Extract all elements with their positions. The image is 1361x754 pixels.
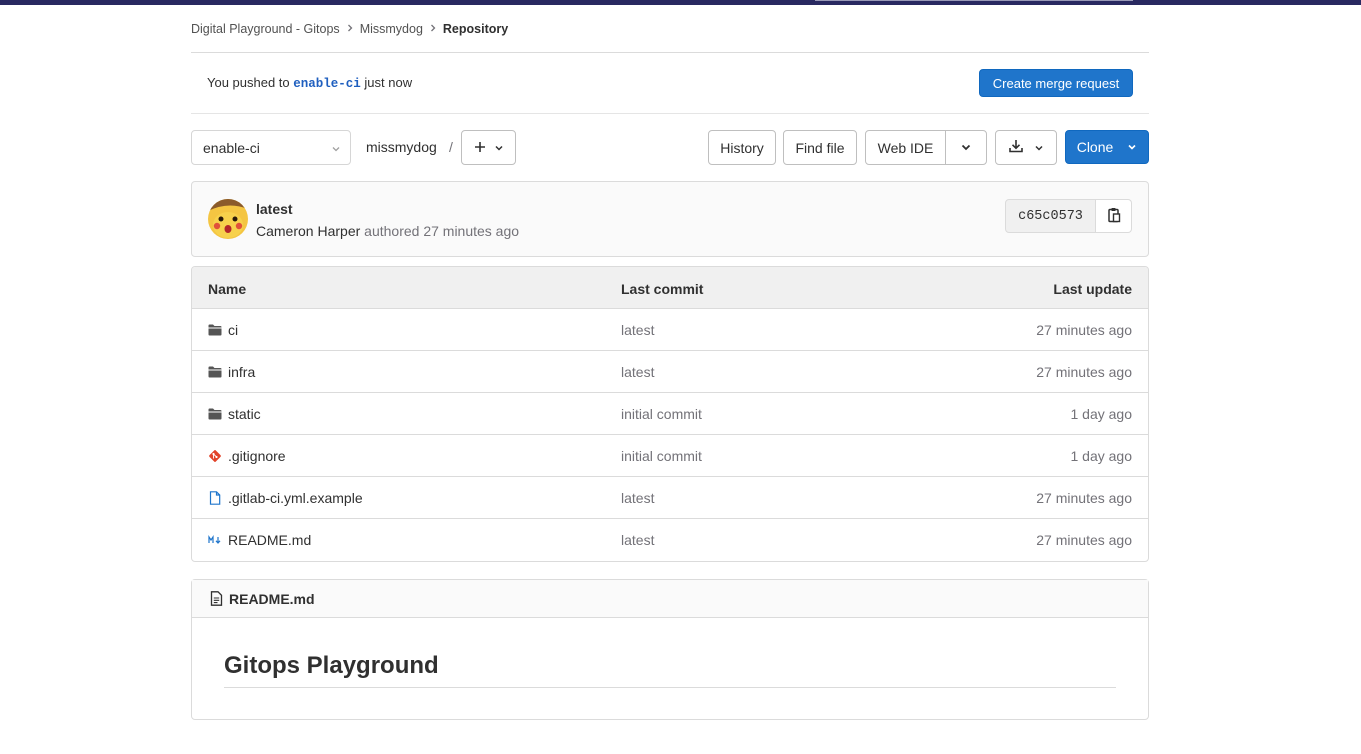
file-name: .gitignore <box>228 448 286 464</box>
branch-dropdown-value: enable-ci <box>203 139 260 156</box>
readme-header: README.md <box>192 580 1148 618</box>
document-icon <box>210 591 223 606</box>
row-commit-link[interactable]: latest <box>621 490 654 506</box>
breadcrumb-group[interactable]: Digital Playground - Gitops <box>191 22 340 36</box>
clipboard-icon <box>1107 207 1121 226</box>
file-name: .gitlab-ci.yml.example <box>228 490 363 506</box>
chevron-down-icon <box>330 142 342 158</box>
row-updated: 27 minutes ago <box>1036 532 1132 548</box>
chevron-right-icon <box>423 23 443 35</box>
divider <box>224 687 1116 688</box>
file-name: infra <box>228 364 256 380</box>
chevron-right-icon <box>340 23 360 35</box>
folder-icon <box>208 323 222 337</box>
commit-title-link[interactable]: latest <box>256 201 293 217</box>
table-row[interactable]: .gitlab-ci.yml.example latest 27 minutes… <box>192 477 1148 519</box>
commit-time: authored 27 minutes ago <box>360 223 520 239</box>
clone-label: Clone <box>1076 139 1114 155</box>
folder-icon <box>208 365 222 379</box>
push-banner: You pushed to enable-ci just now Create … <box>191 53 1149 114</box>
markdown-icon <box>208 533 222 547</box>
row-commit-link[interactable]: latest <box>621 364 654 380</box>
row-updated: 1 day ago <box>1070 406 1133 422</box>
table-header: Name Last commit Last update <box>192 267 1148 309</box>
plus-icon <box>474 140 486 156</box>
breadcrumb: Digital Playground - Gitops Missmydog Re… <box>191 21 508 37</box>
file-name-link[interactable]: ci <box>208 322 238 338</box>
avatar[interactable] <box>208 199 248 239</box>
table-row[interactable]: infra latest 27 minutes ago <box>192 351 1148 393</box>
file-name-link[interactable]: infra <box>208 364 255 380</box>
commit-meta: Cameron Harper authored 27 minutes ago <box>256 223 519 239</box>
download-dropdown[interactable] <box>995 130 1057 165</box>
copy-sha-button[interactable] <box>1096 199 1132 233</box>
find-file-button[interactable]: Find file <box>783 130 857 165</box>
file-name-link[interactable]: static <box>208 406 261 422</box>
commit-sha[interactable]: c65c0573 <box>1005 199 1096 233</box>
file-name-link[interactable]: .gitignore <box>208 448 286 464</box>
file-name: static <box>228 406 261 422</box>
path-separator: / <box>449 139 453 155</box>
chevron-down-icon <box>494 140 504 156</box>
row-commit-link[interactable]: latest <box>621 532 654 548</box>
history-button[interactable]: History <box>708 130 776 165</box>
header-last-update: Last update <box>1053 281 1132 297</box>
commit-author-link[interactable]: Cameron Harper <box>256 223 360 239</box>
add-file-dropdown[interactable] <box>461 130 516 165</box>
chevron-down-icon <box>1034 140 1044 156</box>
clone-dropdown-button[interactable]: Clone <box>1065 130 1149 164</box>
row-updated: 27 minutes ago <box>1036 322 1132 338</box>
folder-icon <box>208 407 222 421</box>
breadcrumb-project[interactable]: Missmydog <box>360 22 423 36</box>
file-name: README.md <box>228 532 312 548</box>
commit-sha-group: c65c0573 <box>1005 199 1132 233</box>
create-merge-request-button[interactable]: Create merge request <box>979 69 1133 97</box>
row-commit-link[interactable]: initial commit <box>621 448 702 464</box>
row-commit-link[interactable]: initial commit <box>621 406 702 422</box>
file-name-link[interactable]: README.md <box>208 532 311 548</box>
readme-heading: Gitops Playground <box>224 652 439 679</box>
web-ide-dropdown-toggle[interactable] <box>945 130 987 165</box>
row-commit-link[interactable]: latest <box>621 322 654 338</box>
push-suffix: just now <box>360 75 413 90</box>
readme-panel: README.md Gitops Playground <box>191 579 1149 720</box>
push-message: You pushed to enable-ci just now <box>207 75 412 91</box>
header-last-commit: Last commit <box>621 281 704 297</box>
row-updated: 27 minutes ago <box>1036 364 1132 380</box>
breadcrumb-current[interactable]: Repository <box>443 22 508 36</box>
table-row[interactable]: static initial commit 1 day ago <box>192 393 1148 435</box>
row-updated: 27 minutes ago <box>1036 490 1132 506</box>
repo-path-link[interactable]: missmydog <box>366 139 437 155</box>
web-ide-button[interactable]: Web IDE <box>865 130 946 165</box>
header-name: Name <box>208 281 247 297</box>
pushed-branch-link[interactable]: enable-ci <box>293 77 361 91</box>
file-tree-table: Name Last commit Last update ci latest 2… <box>191 266 1149 562</box>
table-row[interactable]: README.md latest 27 minutes ago <box>192 519 1148 561</box>
table-row[interactable]: ci latest 27 minutes ago <box>192 309 1148 351</box>
git-icon <box>208 449 222 463</box>
top-navbar <box>0 0 1361 5</box>
file-name: ci <box>228 322 239 338</box>
file-name-link[interactable]: .gitlab-ci.yml.example <box>208 490 363 506</box>
search-bar-edge[interactable] <box>815 0 1133 1</box>
file-icon <box>208 491 222 505</box>
row-updated: 1 day ago <box>1070 448 1133 464</box>
download-icon <box>1008 138 1024 157</box>
branch-dropdown[interactable]: enable-ci <box>191 130 351 165</box>
table-row[interactable]: .gitignore initial commit 1 day ago <box>192 435 1148 477</box>
chevron-down-icon <box>960 140 972 156</box>
chevron-down-icon <box>1127 139 1137 155</box>
last-commit-box: latest Cameron Harper authored 27 minute… <box>191 181 1149 257</box>
push-prefix: You pushed to <box>207 75 294 90</box>
readme-filename-link[interactable]: README.md <box>229 591 315 607</box>
